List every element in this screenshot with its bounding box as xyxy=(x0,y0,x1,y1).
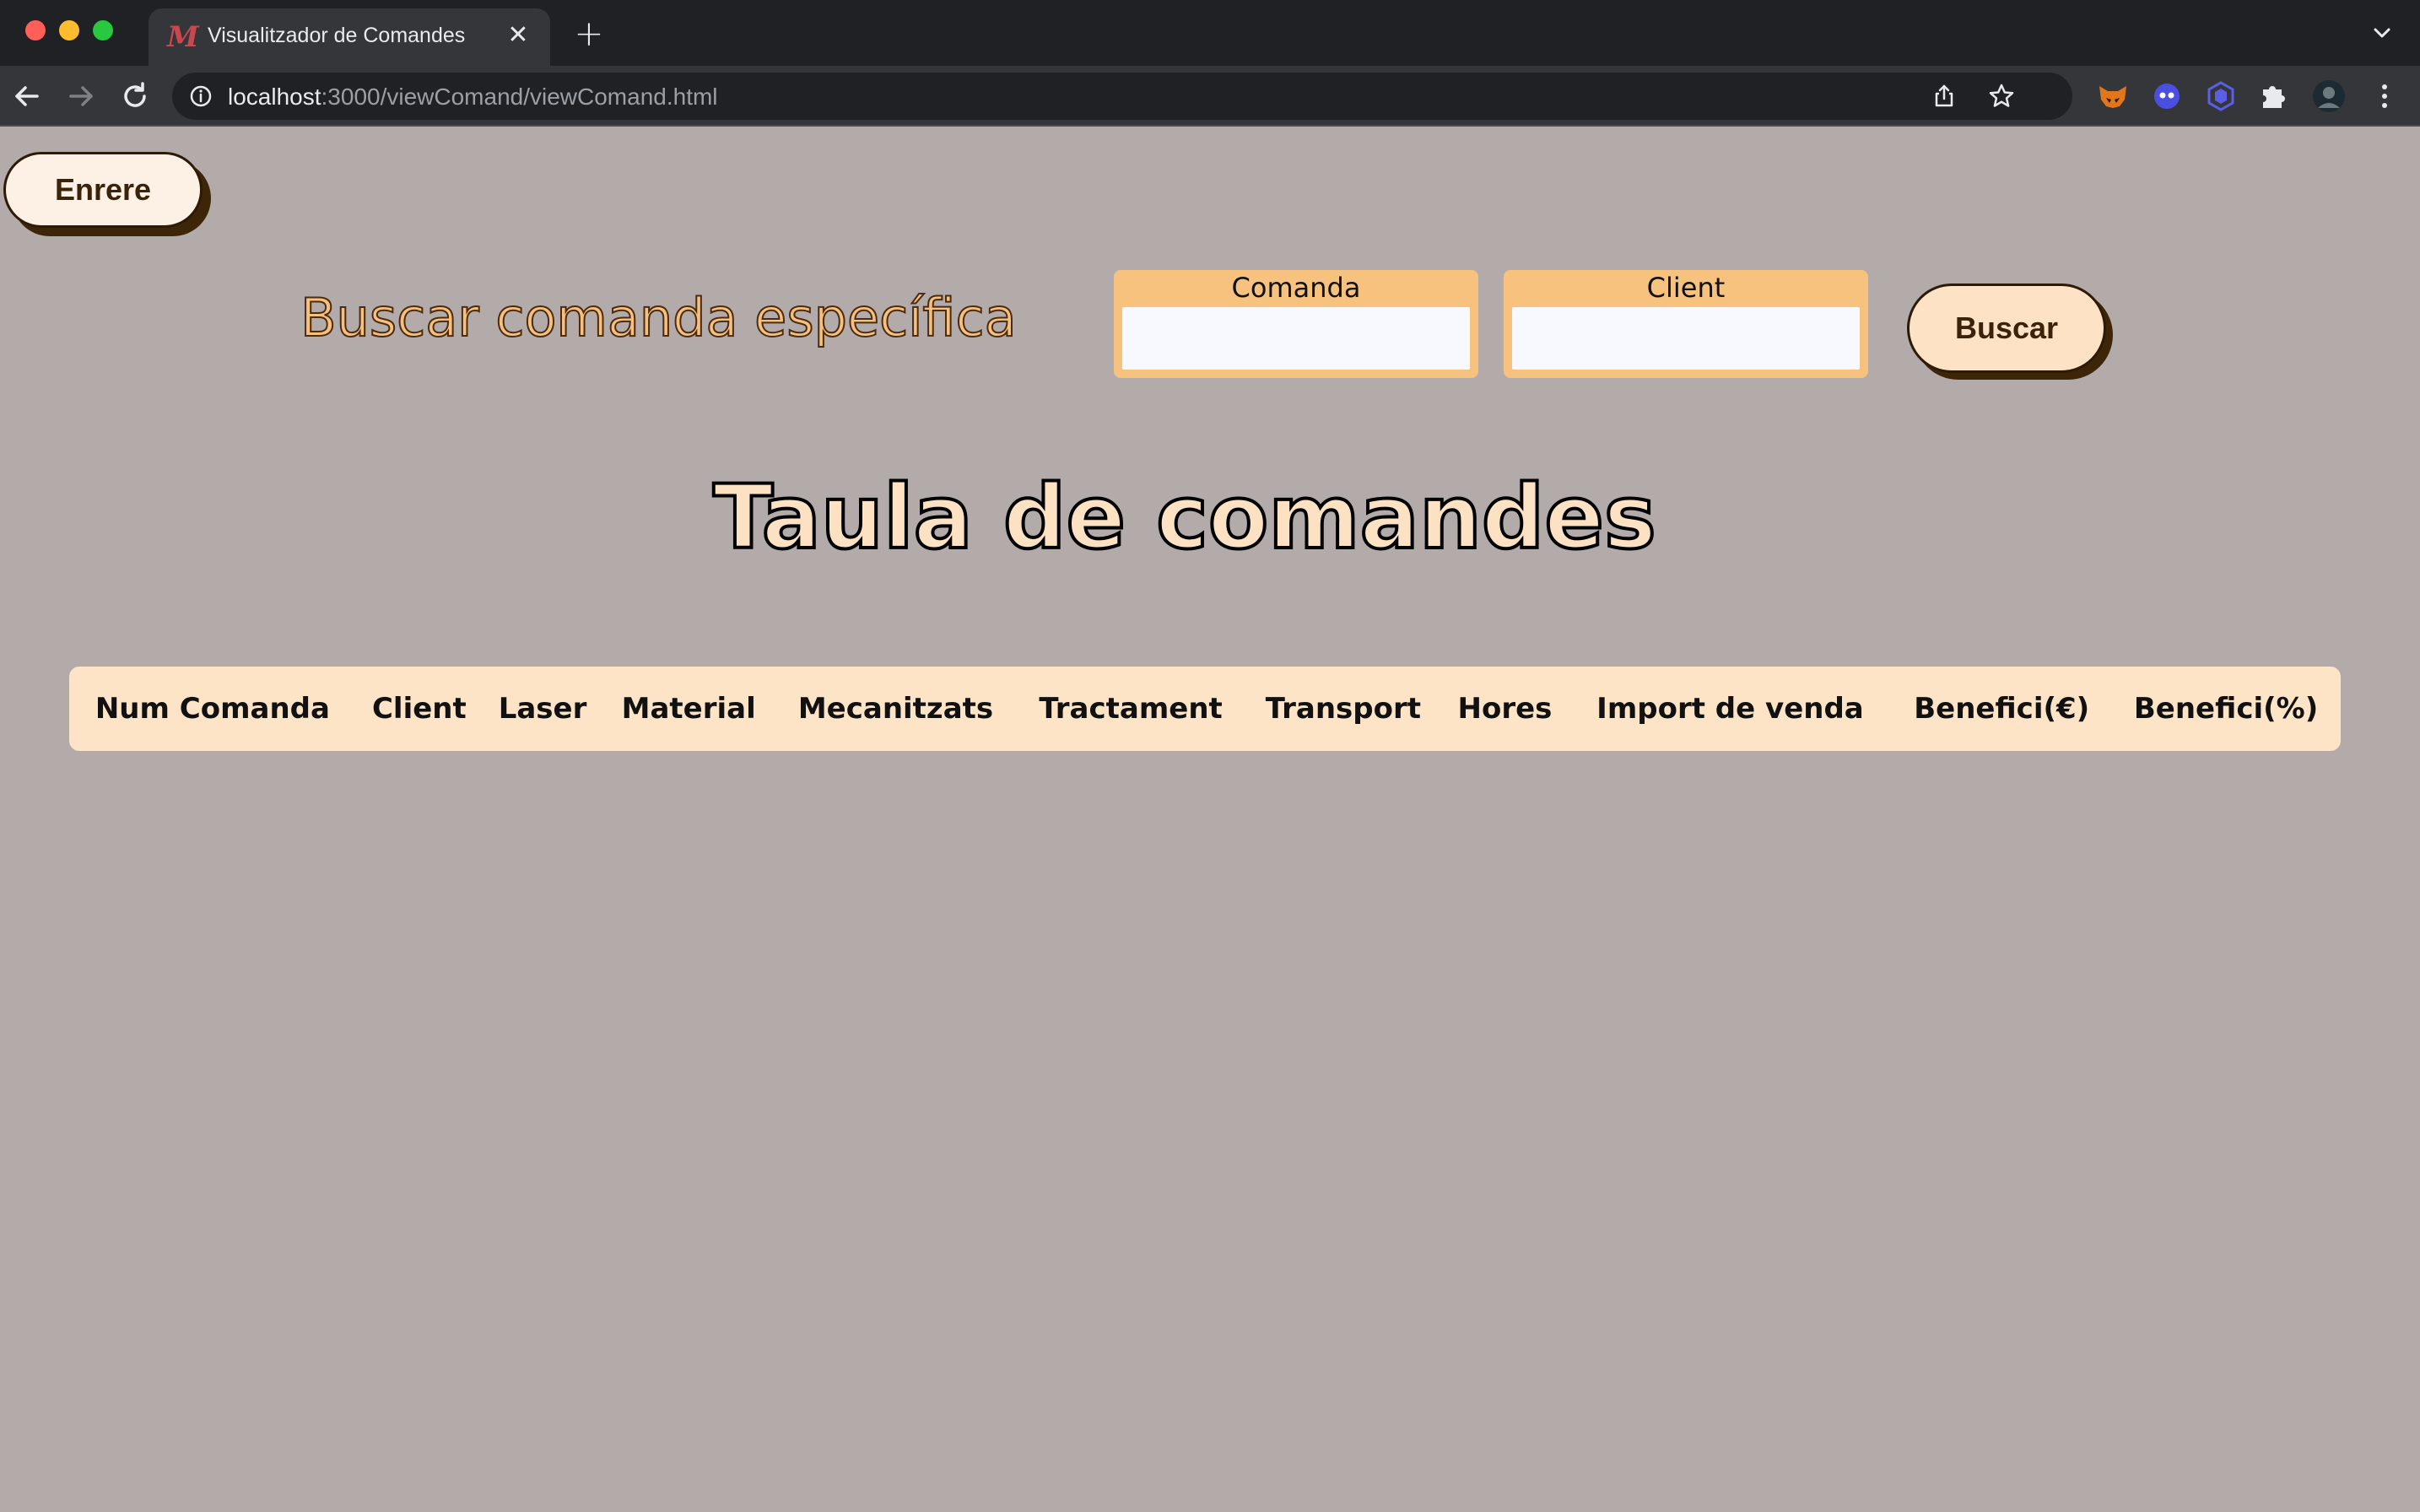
comanda-field: Comanda xyxy=(1114,270,1478,378)
back-button[interactable]: Enrere xyxy=(3,152,203,228)
kebab-menu-icon[interactable] xyxy=(2366,78,2403,115)
header-laser[interactable]: Laser xyxy=(483,667,602,751)
comanda-field-label: Comanda xyxy=(1231,272,1361,304)
client-field-label: Client xyxy=(1646,272,1726,304)
browser-tab-active[interactable]: M Visualitzador de Comandes ✕ xyxy=(149,8,550,66)
client-field: Client xyxy=(1504,270,1868,378)
arrow-left-icon[interactable] xyxy=(8,78,46,115)
address-bar[interactable]: localhost:3000/viewComand/viewComand.htm… xyxy=(172,73,2072,120)
orders-table: Num Comanda Client Laser Material Mecani… xyxy=(69,667,2341,751)
table-title: Taula de comandes xyxy=(0,464,2420,570)
tab-close-icon[interactable]: ✕ xyxy=(503,20,533,51)
tab-favicon-icon: M xyxy=(167,20,199,54)
header-transport[interactable]: Transport xyxy=(1245,667,1441,751)
chevron-down-icon[interactable] xyxy=(2369,20,2395,46)
minimize-window-button[interactable] xyxy=(59,20,79,40)
page-content: Enrere Buscar comanda específica Comanda… xyxy=(0,127,2420,1512)
comanda-input[interactable] xyxy=(1122,307,1470,370)
browser-toolbar: localhost:3000/viewComand/viewComand.htm… xyxy=(0,66,2420,127)
header-tractament[interactable]: Tractament xyxy=(1017,667,1245,751)
share-icon[interactable] xyxy=(1929,81,1959,111)
header-benefici-pct[interactable]: Benefici(%) xyxy=(2111,667,2341,751)
url-text: localhost:3000/viewComand/viewComand.htm… xyxy=(228,84,718,111)
tab-strip: M Visualitzador de Comandes ✕ + xyxy=(0,0,2420,66)
header-benefici-eur[interactable]: Benefici(€) xyxy=(1892,667,2111,751)
tab-title: Visualitzador de Comandes xyxy=(208,24,466,47)
url-host: localhost xyxy=(228,84,321,110)
hexagon-extension-icon[interactable] xyxy=(2202,78,2239,115)
header-import-de-venda[interactable]: Import de venda xyxy=(1569,667,1893,751)
url-path: :3000/viewComand/viewComand.html xyxy=(321,84,718,110)
maximize-window-button[interactable] xyxy=(93,20,113,40)
table-header-row: Num Comanda Client Laser Material Mecani… xyxy=(69,667,2341,751)
header-num-comanda[interactable]: Num Comanda xyxy=(69,667,356,751)
browser-chrome: M Visualitzador de Comandes ✕ + localhos… xyxy=(0,0,2420,127)
avatar[interactable] xyxy=(2310,78,2347,115)
client-input[interactable] xyxy=(1512,307,1860,370)
header-material[interactable]: Material xyxy=(602,667,775,751)
fox-extension-icon[interactable] xyxy=(2094,78,2131,115)
arrow-right-icon[interactable] xyxy=(62,78,100,115)
table-title-text: Taula de comandes xyxy=(711,464,1658,570)
header-client[interactable]: Client xyxy=(356,667,483,751)
reload-icon[interactable] xyxy=(116,78,154,115)
search-button[interactable]: Buscar xyxy=(1907,284,2106,373)
search-title: Buscar comanda específica xyxy=(300,286,1018,349)
header-hores[interactable]: Hores xyxy=(1441,667,1568,751)
new-tab-button[interactable]: + xyxy=(570,15,608,52)
puzzle-icon[interactable] xyxy=(2255,78,2292,115)
star-icon[interactable] xyxy=(1986,81,2017,111)
header-mecanitzats[interactable]: Mecanitzats xyxy=(775,667,1016,751)
close-window-button[interactable] xyxy=(25,20,46,40)
info-icon[interactable] xyxy=(189,84,213,108)
ghost-extension-icon[interactable] xyxy=(2148,78,2185,115)
